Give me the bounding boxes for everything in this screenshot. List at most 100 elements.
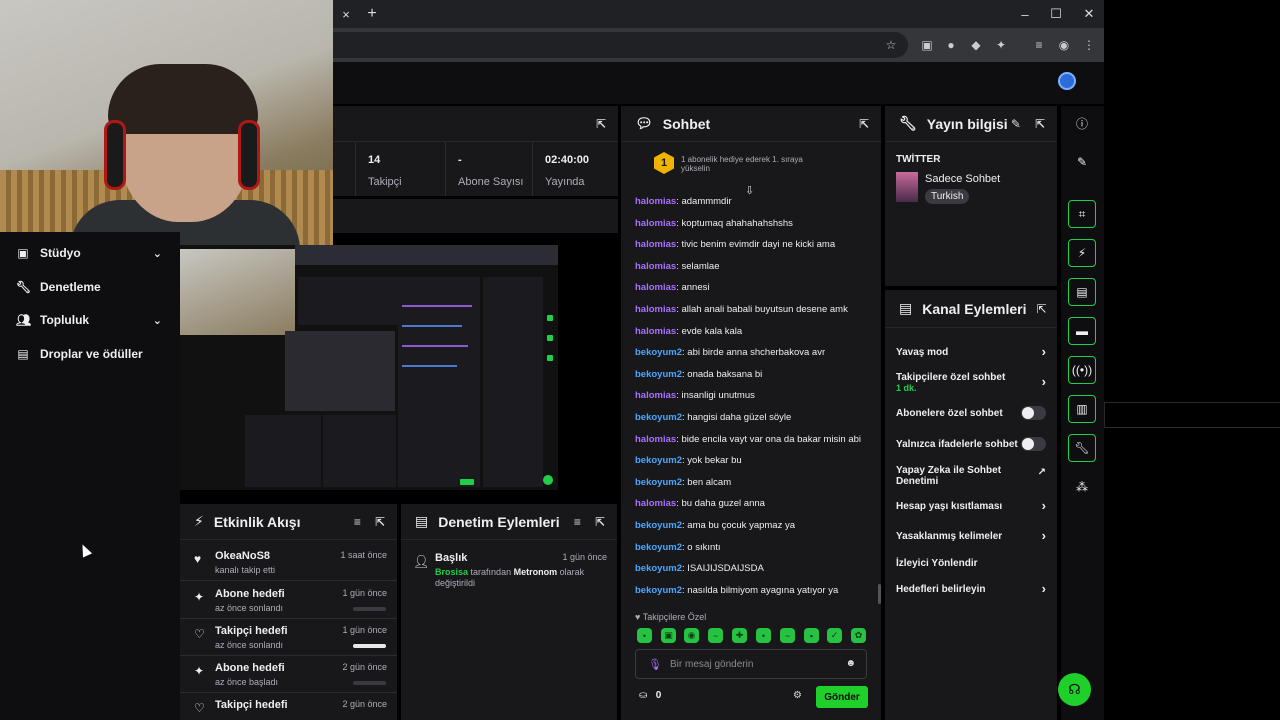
popout-icon[interactable]: ⇱: [596, 117, 606, 131]
popout-icon[interactable]: ⇱: [859, 117, 869, 131]
chat-username[interactable]: halomias: [635, 390, 676, 401]
info-icon[interactable]: ⓘ: [1068, 109, 1096, 137]
filter-icon[interactable]: ≡: [354, 515, 361, 529]
action-goals[interactable]: Hedefleri belirleyin ›: [896, 582, 1046, 595]
chat-message-input[interactable]: [670, 650, 840, 678]
chat-username[interactable]: bekoyum2: [635, 455, 682, 466]
emote[interactable]: ▪: [804, 628, 819, 643]
feed-item[interactable]: ♡ Takipçi hedefi az önce sonlandı 1 gün …: [180, 619, 397, 656]
chat-username[interactable]: halomias: [635, 261, 676, 272]
action-account-age[interactable]: Hesap yaşı kısıtlaması ›: [896, 499, 1046, 512]
emote[interactable]: ✓: [827, 628, 842, 643]
extensions-puzzle-icon[interactable]: ✦: [992, 36, 1010, 54]
sidebar-item-moderation[interactable]: 🔧︎ Denetleme: [16, 276, 166, 298]
chat-username[interactable]: halomias: [635, 434, 676, 445]
chat-username[interactable]: bekoyum2: [635, 585, 682, 596]
stream-info-header: 🔧︎ Yayın bilgisi ✎ ⇱: [885, 106, 1057, 142]
popout-icon[interactable]: ⇱: [375, 515, 385, 529]
sidebar-item-community[interactable]: 👥︎ Topluluk ⌄: [16, 309, 166, 331]
chat-username[interactable]: halomias: [635, 326, 676, 337]
feed-item-time: 2 gün önce: [342, 662, 387, 672]
chat-username[interactable]: halomias: [635, 239, 676, 250]
action-label: İzleyici Yönlendir: [896, 558, 978, 569]
chat-username[interactable]: bekoyum2: [635, 520, 682, 531]
feed-item[interactable]: ✦ Abone hedefi az önce sonlandı 1 gün ön…: [180, 582, 397, 619]
feed-item[interactable]: ✦ Abone hedefi az önce başladı 2 gün önc…: [180, 656, 397, 693]
subscribers-only-toggle[interactable]: [1021, 406, 1046, 420]
emote[interactable]: ~: [780, 628, 795, 643]
chat-username[interactable]: halomias: [635, 218, 676, 229]
emote-only-toggle[interactable]: [1021, 437, 1046, 451]
lightning-icon[interactable]: ⚡︎: [1068, 239, 1096, 267]
community-icon[interactable]: ⁂: [1068, 473, 1096, 501]
headset-left: [104, 120, 126, 190]
hype-train-badge[interactable]: 1: [654, 152, 674, 174]
emote[interactable]: ~: [708, 628, 723, 643]
tab-close-button[interactable]: ×: [333, 0, 359, 28]
chat-username[interactable]: bekoyum2: [635, 347, 682, 358]
emote[interactable]: ✿: [851, 628, 866, 643]
feed-item[interactable]: ♥ OkeaNoS8 kanalı takip etti 1 saat önce: [180, 544, 397, 581]
emote[interactable]: •: [756, 628, 771, 643]
address-bar[interactable]: [333, 32, 908, 58]
media-control-icon[interactable]: ≡: [1030, 36, 1048, 54]
chat-message: bekoyum2: ben alcam: [635, 477, 731, 491]
chat-username[interactable]: halomias: [635, 304, 676, 315]
mod-actor[interactable]: Brosisa: [435, 567, 468, 577]
pencil-icon[interactable]: ✎: [1068, 148, 1096, 176]
emote[interactable]: •: [637, 628, 652, 643]
action-ai-moderation[interactable]: Yapay Zeka ile Sohbet Denetimi ↗: [896, 465, 1046, 487]
new-tab-button[interactable]: +: [361, 0, 383, 28]
emote[interactable]: ◉: [684, 628, 699, 643]
chat-settings-gear-icon[interactable]: ⚙: [793, 690, 802, 701]
user-avatar[interactable]: [1058, 72, 1076, 90]
chat-username[interactable]: halomias: [635, 282, 676, 293]
action-raid[interactable]: İzleyici Yönlendir: [896, 558, 1046, 569]
support-chat-icon[interactable]: ☊: [1058, 673, 1091, 706]
close-window-button[interactable]: ✕: [1072, 0, 1106, 28]
channel-points[interactable]: ⛀ 0: [639, 690, 661, 701]
minimize-button[interactable]: –: [1008, 0, 1042, 28]
chat-message-text: evde kala kala: [681, 325, 743, 337]
popout-icon[interactable]: ⇱: [1037, 302, 1047, 316]
filter-icon[interactable]: ≡: [574, 515, 581, 529]
browser-menu-icon[interactable]: ⋮: [1080, 36, 1098, 54]
microphone-icon[interactable]: 🎙︎: [648, 658, 662, 671]
broadcast-icon[interactable]: ((•)): [1068, 356, 1096, 384]
chat-username[interactable]: halomias: [635, 196, 676, 207]
extension-blue-icon[interactable]: ●: [942, 36, 960, 54]
translate-extension-icon[interactable]: ▣: [918, 36, 936, 54]
emoji-picker-icon[interactable]: ☻: [845, 658, 856, 669]
chat-username[interactable]: bekoyum2: [635, 542, 682, 553]
chevron-down-icon: ⌄: [152, 314, 162, 327]
pin-chevron-icon[interactable]: ⇩: [745, 184, 754, 197]
chat-username[interactable]: bekoyum2: [635, 369, 682, 380]
chat-username[interactable]: bekoyum2: [635, 412, 682, 423]
clip-icon[interactable]: ⌗: [1068, 200, 1096, 228]
pencil-edit-icon[interactable]: ✎: [1011, 117, 1021, 131]
bookmark-star-icon[interactable]: ☆: [882, 36, 900, 54]
action-followers-only[interactable]: Takipçilere özel sohbet 1 dk. ›: [896, 372, 1046, 394]
emote[interactable]: ✚: [732, 628, 747, 643]
action-banned-words[interactable]: Yasaklanmış kelimeler ›: [896, 529, 1046, 542]
wrench-icon[interactable]: 🔧︎: [1068, 434, 1096, 462]
sidebar-item-studio[interactable]: ▣ Stüdyo ⌄: [16, 242, 166, 264]
chat-scrollbar[interactable]: [878, 584, 881, 604]
popout-icon[interactable]: ⇱: [595, 515, 605, 529]
action-slow-mode[interactable]: Yavaş mod ›: [896, 345, 1046, 358]
action-label: Yasaklanmış kelimeler: [896, 531, 1003, 542]
chat-username[interactable]: bekoyum2: [635, 563, 682, 574]
sidebar-item-drops[interactable]: ▤ Droplar ve ödüller: [16, 343, 166, 365]
maximize-button[interactable]: ☐: [1039, 0, 1073, 28]
feed-item[interactable]: ♡ Takipçi hedefi 2 gün önce: [180, 693, 397, 720]
chat-bubble-icon[interactable]: ▬: [1068, 317, 1096, 345]
profile-avatar-icon[interactable]: ◉: [1055, 36, 1073, 54]
stack-icon[interactable]: ▥: [1068, 395, 1096, 423]
extension-orange-icon[interactable]: ◆: [967, 36, 985, 54]
emote[interactable]: ▣: [661, 628, 676, 643]
send-button[interactable]: Gönder: [816, 686, 868, 708]
chat-username[interactable]: halomias: [635, 498, 676, 509]
document-icon[interactable]: ▤: [1068, 278, 1096, 306]
popout-icon[interactable]: ⇱: [1035, 117, 1045, 131]
chat-username[interactable]: bekoyum2: [635, 477, 682, 488]
